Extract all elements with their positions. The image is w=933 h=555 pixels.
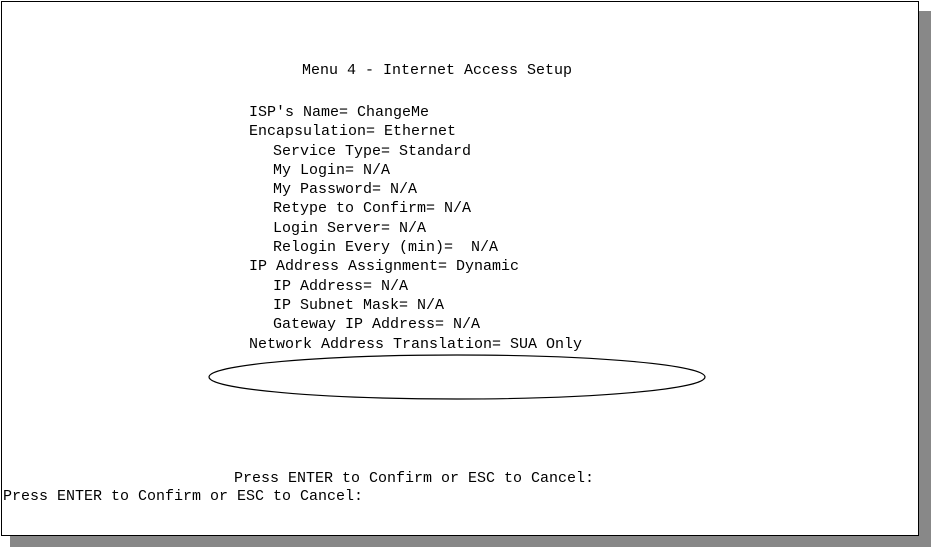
ip-address-field[interactable]: IP Address= N/A [249,277,582,296]
login-server-field[interactable]: Login Server= N/A [249,219,582,238]
settings-form: ISP's Name= ChangeMe Encapsulation= Ethe… [249,103,582,354]
confirm-prompt: Press ENTER to Confirm or ESC to Cancel: [234,470,595,487]
ip-assignment-field[interactable]: IP Address Assignment= Dynamic [249,257,582,276]
relogin-every-field[interactable]: Relogin Every (min)= N/A [249,238,582,257]
nat-field[interactable]: Network Address Translation= SUA Only [249,335,582,354]
gateway-ip-field[interactable]: Gateway IP Address= N/A [249,315,582,334]
service-type-field[interactable]: Service Type= Standard [249,142,582,161]
encapsulation-field[interactable]: Encapsulation= Ethernet [249,122,582,141]
terminal-screen: Menu 4 - Internet Access Setup ISP's Nam… [1,1,919,536]
confirm-prompt-repeat: Press ENTER to Confirm or ESC to Cancel: [3,488,364,505]
my-login-field[interactable]: My Login= N/A [249,161,582,180]
retype-confirm-field[interactable]: Retype to Confirm= N/A [249,199,582,218]
nat-highlight-ellipse [208,354,706,400]
my-password-field[interactable]: My Password= N/A [249,180,582,199]
isp-name-field[interactable]: ISP's Name= ChangeMe [249,103,582,122]
menu-title: Menu 4 - Internet Access Setup [302,62,573,79]
ip-subnet-mask-field[interactable]: IP Subnet Mask= N/A [249,296,582,315]
